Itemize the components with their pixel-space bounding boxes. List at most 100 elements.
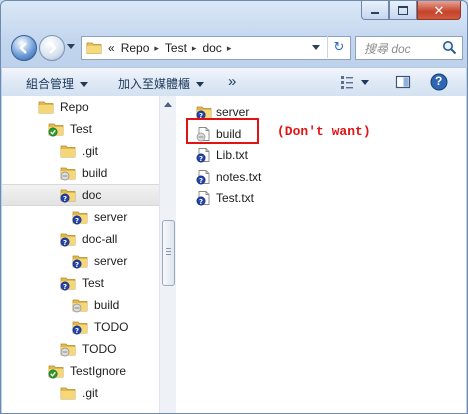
tree-item[interactable]: build [2,294,159,316]
help-button[interactable]: ? [430,73,448,91]
tree-item[interactable]: ? server [2,250,159,272]
svg-text:?: ? [199,155,203,163]
tree-item[interactable]: TestIgnore [2,360,159,382]
file-item-label: Lib.txt [216,148,249,162]
tree-item-label: TODO [82,342,117,356]
file-item-label: Test.txt [216,191,255,205]
document-icon: ? [196,169,212,185]
view-options-icon [341,76,353,89]
tree-item[interactable]: Repo [2,96,159,118]
document-icon: ? [196,147,212,163]
forward-button[interactable] [39,35,65,61]
breadcrumb-repo[interactable]: Repo [121,41,150,55]
breadcrumb-separator[interactable]: ▸ [227,43,232,54]
tree-item[interactable]: build [2,162,159,184]
file-item[interactable]: ? Lib.txt [196,145,248,165]
forward-arrow-icon [49,42,57,54]
organize-menu[interactable]: 組合管理 [26,75,89,92]
folder-icon [60,143,76,159]
minimize-icon [371,12,379,14]
close-button[interactable]: ✕ [417,1,461,20]
chevron-down-icon [80,82,89,88]
scroll-thumb[interactable] [162,220,175,286]
svn-ignored-folder-icon [72,297,88,313]
svn-normal-folder-icon [48,363,64,379]
tree-item-label: .git [82,386,99,400]
tree-item-label: build [94,298,120,312]
svg-text:?: ? [199,176,203,184]
tree-item-label: TODO [94,320,129,334]
back-button[interactable] [11,35,37,61]
refresh-button[interactable]: ↻ [327,36,350,58]
preview-pane-button[interactable] [394,73,412,91]
svn-unversioned-folder-icon: ? [72,319,88,335]
file-item[interactable]: ? Test.txt [196,188,254,208]
tree-item-label: .git [82,144,99,158]
svn-ignored-folder-icon [60,165,76,181]
search-icon[interactable] [442,40,457,55]
tree-item[interactable]: ? server [2,206,159,228]
maximize-button[interactable] [389,1,417,20]
folder-icon [86,42,102,54]
svn-unversioned-folder-icon: ? [72,253,88,269]
svg-text:?: ? [63,239,67,247]
tree-item[interactable]: ? Test [2,272,159,294]
tree-item-label: doc [82,188,102,202]
address-dropdown[interactable] [312,45,320,50]
svn-unversioned-folder-icon: ? [60,275,76,291]
tree-item-label: Test [82,276,105,290]
view-dropdown-icon[interactable] [361,80,369,85]
svg-text:?: ? [75,327,79,335]
caption-buttons: ✕ [361,1,461,20]
more-commands-button[interactable]: » [228,73,236,90]
svn-ignored-folder-icon [60,341,76,357]
search-placeholder: 搜尋 doc [364,41,411,56]
view-options-button[interactable] [338,73,356,91]
tree-item-label: Test [70,122,93,136]
minimize-button[interactable] [361,1,389,20]
tree-item-label: build [82,166,108,180]
svg-text:?: ? [199,198,203,206]
scroll-up-arrow-icon[interactable] [164,102,172,107]
search-input[interactable]: 搜尋 doc [355,36,463,60]
breadcrumb-separator[interactable]: ▸ [154,43,159,54]
file-item-label: server [216,105,250,119]
tree-item-label: doc-all [82,232,118,246]
svn-unversioned-folder-icon: ? [60,231,76,247]
svg-text:?: ? [75,217,79,225]
tree-item-label: Repo [60,100,89,114]
tree-scrollbar[interactable] [159,96,176,413]
svn-unversioned-folder-icon: ? [72,209,88,225]
folder-icon [60,385,76,401]
breadcrumb-overflow[interactable]: « [108,41,115,55]
organize-label: 組合管理 [26,77,75,91]
svg-text:?: ? [75,261,79,269]
breadcrumb-separator[interactable]: ▸ [192,43,197,54]
recent-pages-dropdown[interactable] [67,44,75,49]
file-item-label: notes.txt [216,169,262,184]
tree-item-label: TestIgnore [70,364,127,378]
tree-item[interactable]: TODO [2,338,159,360]
tree-item[interactable]: .git [2,382,159,404]
breadcrumb-test[interactable]: Test [165,41,187,55]
file-list[interactable]: ? Test.txt? notes.txt? Lib.txt build? server … [176,96,466,413]
annotation-text: (Don't want) [277,124,371,139]
breadcrumb-doc[interactable]: doc [202,41,221,55]
tree-item[interactable]: Test [2,118,159,140]
tree-item[interactable]: .git [2,140,159,162]
add-to-library-label: 加入至媒體櫃 [118,77,191,91]
file-item[interactable]: ? notes.txt [196,167,261,187]
highlight-box [186,118,259,144]
tree-item[interactable]: ? doc [2,184,159,206]
chevron-down-icon [196,82,205,88]
tree-item[interactable]: ? doc-all [2,228,159,250]
navigation-tree[interactable]: Repo Test .git build? doc? server? doc-all? ser… [2,96,159,413]
address-bar[interactable]: « Repo ▸ Test ▸ doc ▸ [81,36,351,60]
add-to-library-menu[interactable]: 加入至媒體櫃 [118,75,205,92]
tree-item[interactable]: ? TODO [2,316,159,338]
navigation-bar: « Repo ▸ Test ▸ doc ▸ ↻ 搜尋 doc [9,34,463,62]
svn-unversioned-folder-icon: ? [60,187,76,203]
maximize-icon [398,5,408,15]
explorer-window: ✕ « Repo ▸ Test ▸ doc ▸ ↻ 搜尋 doc 組合管理 加入… [0,0,468,414]
document-icon: ? [196,190,212,206]
